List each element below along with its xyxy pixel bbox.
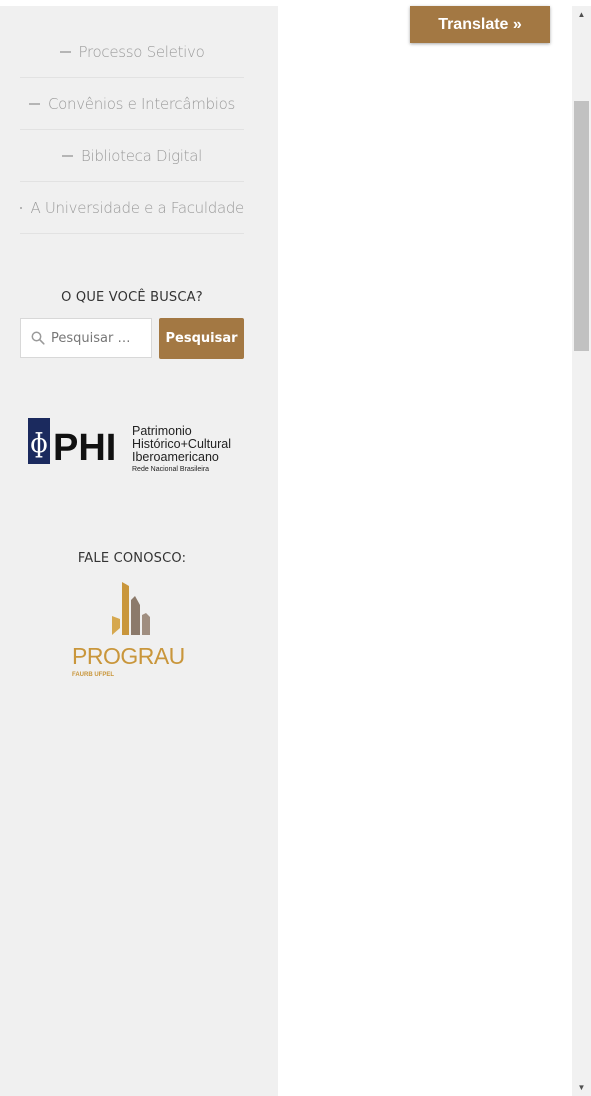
translate-button[interactable]: Translate » xyxy=(410,6,550,43)
prograu-name: PROGRAU xyxy=(72,643,185,669)
phi-logo[interactable]: ɸ PHI Patrimonio Histórico+Cultural Iber… xyxy=(28,418,250,480)
dash-icon xyxy=(59,50,71,53)
search-icon xyxy=(31,331,45,345)
sidebar-menu: Processo Seletivo Convênios e Intercâmbi… xyxy=(20,26,244,234)
dash-icon xyxy=(20,206,23,209)
menu-item-convenios[interactable]: Convênios e Intercâmbios xyxy=(20,78,244,130)
search-title: O QUE VOCÊ BUSCA? xyxy=(61,290,203,305)
menu-item-biblioteca-digital[interactable]: Biblioteca Digital xyxy=(20,130,244,182)
prograu-logo[interactable]: PROGRAU FAURB UFPEL xyxy=(66,580,198,690)
svg-text:ɸ: ɸ xyxy=(30,429,48,459)
phi-line-2: Histórico+Cultural xyxy=(132,437,231,451)
phi-mark: PHI xyxy=(53,427,116,469)
prograu-sub: FAURB UFPEL xyxy=(72,672,114,678)
menu-item-label: Biblioteca Digital xyxy=(80,146,203,165)
dash-icon xyxy=(28,102,40,105)
scrollbar[interactable]: ▲ ▼ xyxy=(572,6,591,1096)
menu-item-label: Convênios e Intercâmbios xyxy=(47,94,236,113)
menu-item-label: A Universidade e a Faculdade xyxy=(30,198,244,217)
scroll-up-arrow-icon[interactable]: ▲ xyxy=(572,6,591,23)
menu-item-processo-seletivo[interactable]: Processo Seletivo xyxy=(20,26,244,78)
search-button[interactable]: Pesquisar xyxy=(159,318,244,359)
phi-logo-graphic: ɸ PHI Patrimonio Histórico+Cultural Iber… xyxy=(28,418,231,473)
search-field[interactable] xyxy=(20,318,152,358)
main-content xyxy=(278,6,572,1096)
prograu-logo-graphic: PROGRAU FAURB UFPEL xyxy=(72,582,185,678)
search-input[interactable] xyxy=(45,330,151,346)
phi-line-1: Patrimonio xyxy=(132,424,192,438)
dash-icon xyxy=(61,154,73,157)
menu-item-universidade[interactable]: A Universidade e a Faculdade xyxy=(20,182,244,234)
menu-item-label: Processo Seletivo xyxy=(78,42,205,61)
phi-line-4: Rede Nacional Brasileira xyxy=(132,466,209,473)
contact-title: FALE CONOSCO: xyxy=(77,551,187,566)
scrollbar-thumb[interactable] xyxy=(574,101,589,351)
phi-line-3: Iberoamericano xyxy=(132,450,219,464)
scroll-down-arrow-icon[interactable]: ▼ xyxy=(572,1079,591,1096)
